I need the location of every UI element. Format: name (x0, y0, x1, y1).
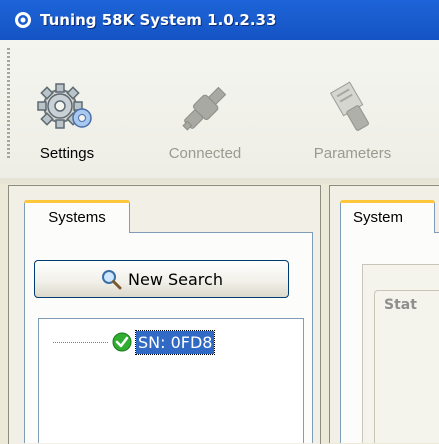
parameters-icon (329, 81, 369, 131)
tab-system-label: System (353, 208, 404, 226)
window-title: Tuning 58K System 1.0.2.33 (40, 11, 277, 29)
settings-button[interactable]: Settings (12, 40, 122, 178)
tab-systems[interactable]: Systems (24, 200, 130, 233)
settings-label: Settings (39, 145, 95, 162)
app-logo-icon (15, 12, 31, 28)
magnifier-icon (102, 270, 122, 290)
parameters-label: Parameters (313, 145, 392, 162)
tree-connector (53, 341, 108, 343)
status-groupbox-title: Stat (382, 297, 419, 313)
parameters-button[interactable]: Parameters (285, 40, 420, 178)
new-search-label: New Search (128, 269, 223, 289)
gear-icon (37, 83, 92, 129)
new-search-button[interactable]: New Search (34, 260, 289, 298)
connected-button[interactable]: Connected (130, 40, 280, 178)
toolbar: Settings Connected Parameters (0, 40, 439, 179)
splitter-strip (0, 178, 439, 184)
connected-label: Connected (168, 145, 242, 162)
tree-item-label[interactable]: SN: 0FD8 (134, 329, 216, 355)
title-bar[interactable]: Tuning 58K System 1.0.2.33 (0, 0, 439, 40)
check-icon (112, 332, 132, 352)
tree-item[interactable]: SN: 0FD8 (39, 329, 216, 355)
toolbar-grip[interactable] (7, 48, 10, 160)
tab-systems-label: Systems (48, 208, 106, 226)
plug-icon (182, 86, 227, 131)
systems-tree[interactable]: SN: 0FD8 (38, 318, 304, 443)
tab-system[interactable]: System (340, 200, 435, 233)
